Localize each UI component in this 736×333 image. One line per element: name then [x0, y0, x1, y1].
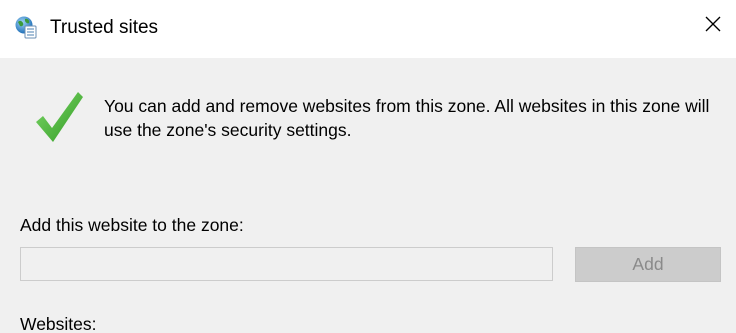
website-url-input[interactable] [20, 247, 553, 281]
title-bar: Trusted sites [0, 0, 736, 58]
zone-info-text: You can add and remove websites from thi… [104, 96, 710, 140]
add-website-label: Add this website to the zone: [20, 215, 244, 235]
close-button[interactable] [690, 4, 736, 48]
trusted-sites-globe-icon [14, 15, 38, 39]
dialog-body: You can add and remove websites from thi… [0, 58, 736, 333]
close-icon [703, 14, 723, 39]
websites-label: Websites: [20, 314, 97, 333]
window-title: Trusted sites [50, 17, 159, 38]
add-button[interactable]: Add [575, 247, 721, 282]
green-check-icon [34, 88, 84, 144]
